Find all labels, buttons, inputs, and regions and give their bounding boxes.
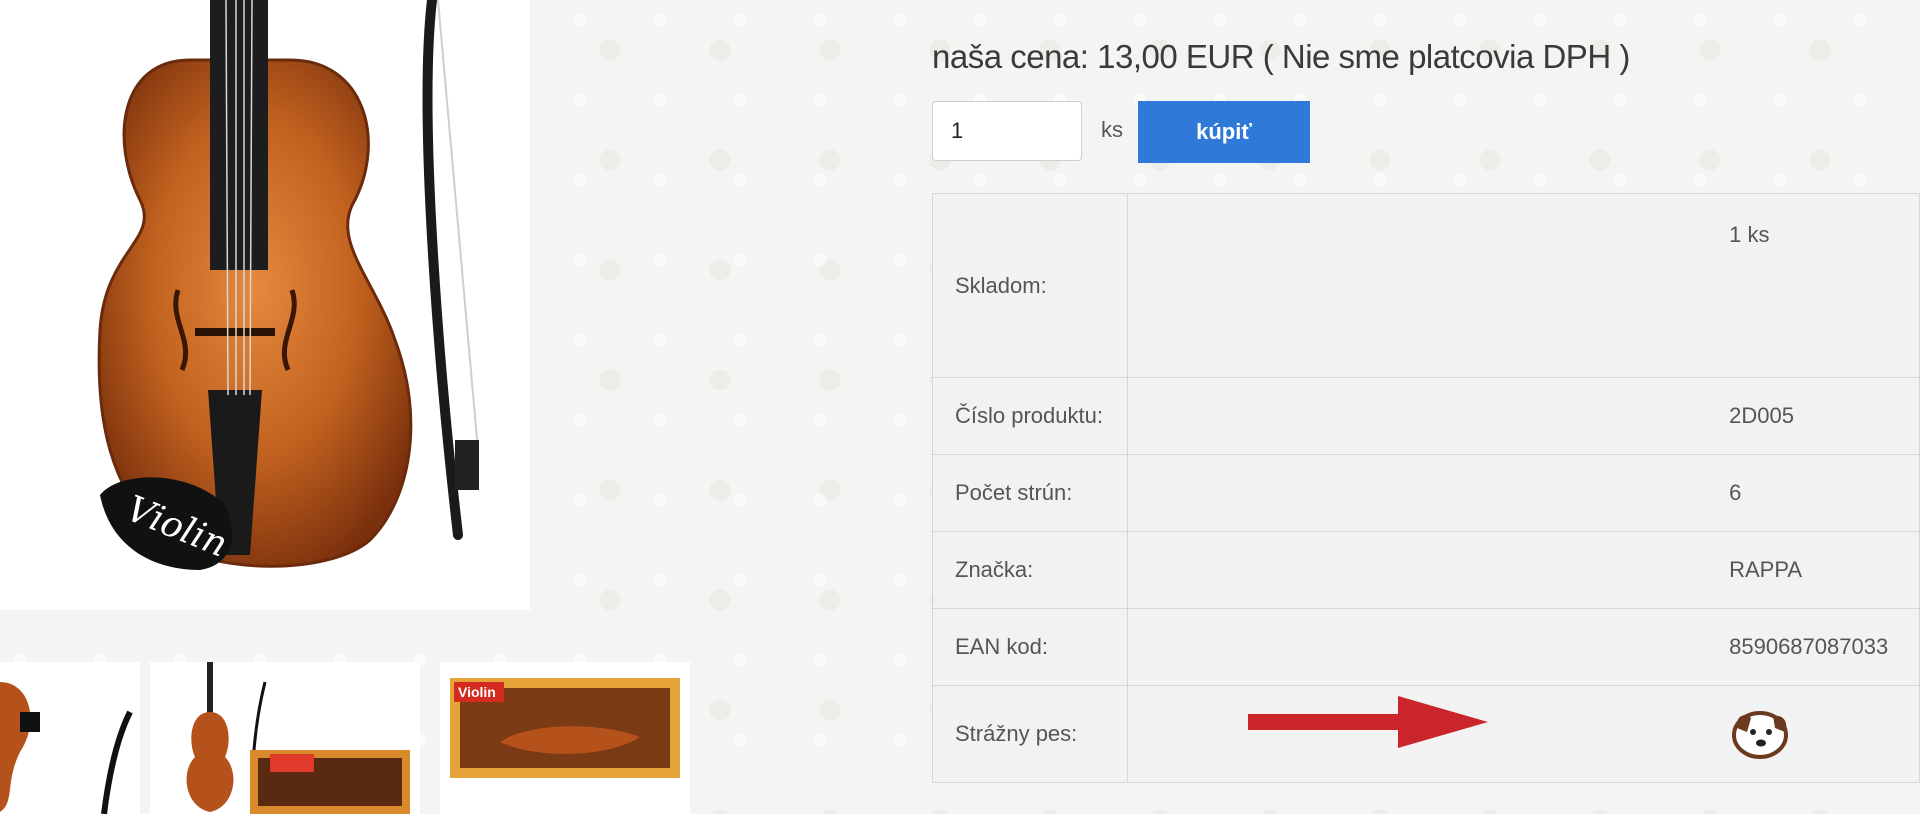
violin-box-thumb-icon: Violin: [450, 678, 680, 778]
detail-value: 8590687087033: [1127, 608, 1920, 686]
violin-image: Violin: [97, 0, 479, 570]
detail-value: 6: [1127, 454, 1920, 532]
detail-value: 1 ks: [1127, 193, 1920, 378]
buy-button[interactable]: kúpiť: [1138, 101, 1310, 163]
thumbnail-strip: Violin: [0, 662, 700, 814]
violin-closeup-thumb-icon: [0, 682, 133, 814]
detail-value: [1127, 685, 1920, 783]
detail-value: RAPPA: [1127, 531, 1920, 609]
quantity-input[interactable]: [932, 101, 1082, 161]
main-product-image[interactable]: Violin: [0, 0, 530, 610]
thumbnail-3[interactable]: Violin: [440, 662, 690, 814]
quantity-unit: ks: [1101, 117, 1123, 142]
product-price: naša cena: 13,00 EUR ( Nie sme platcovia…: [932, 38, 1630, 75]
thumbnail-2[interactable]: [150, 662, 420, 814]
violin-and-box-thumb-icon: [186, 662, 410, 814]
detail-label: Počet strún:: [931, 454, 1129, 532]
product-details-table: Skladom: 1 ks Číslo produktu: 2D005 Poče…: [931, 193, 1920, 783]
thumbnail-1[interactable]: [0, 662, 140, 814]
watchdog-icon[interactable]: [1729, 708, 1791, 760]
detail-label: EAN kod:: [931, 608, 1129, 686]
detail-label: Strážny pes:: [931, 685, 1129, 783]
detail-label: Skladom:: [931, 193, 1129, 378]
detail-label: Číslo produktu:: [931, 377, 1129, 455]
detail-label: Značka:: [931, 531, 1129, 609]
box-logo-text: Violin: [458, 684, 496, 700]
table-row: Číslo produktu: 2D005: [931, 377, 1920, 455]
table-row: Značka: RAPPA: [931, 531, 1920, 609]
table-row: EAN kod: 8590687087033: [931, 608, 1920, 686]
table-row: Počet strún: 6: [931, 454, 1920, 532]
detail-value: 2D005: [1127, 377, 1920, 455]
table-row: Skladom: 1 ks: [931, 193, 1920, 378]
red-arrow-icon: [1248, 696, 1488, 748]
